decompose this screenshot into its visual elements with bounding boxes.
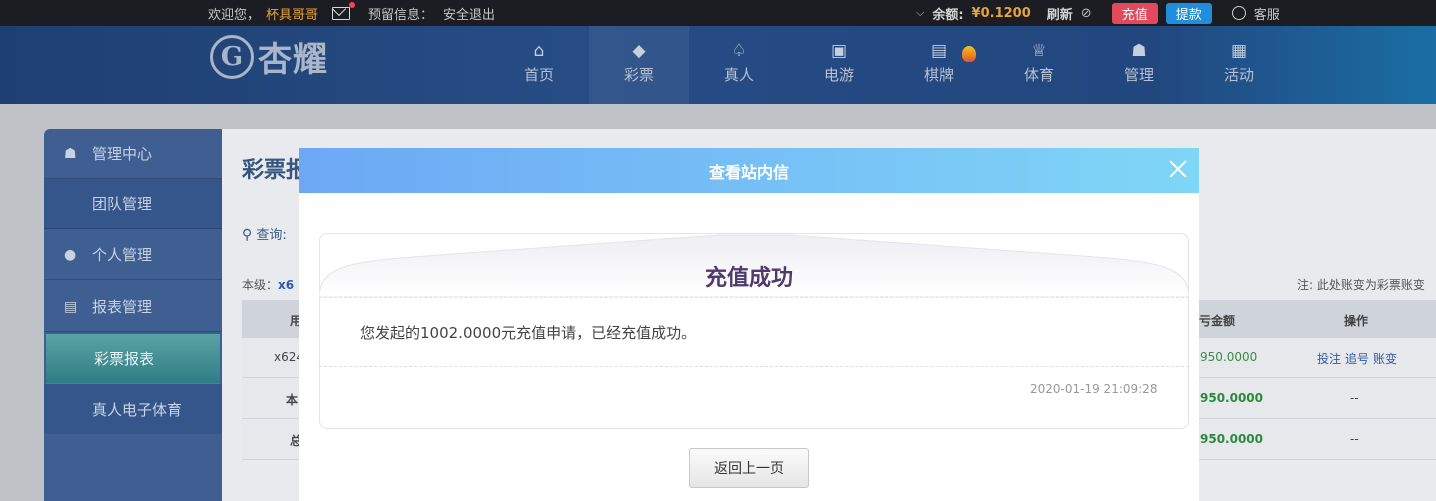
mail-icon[interactable] (332, 1, 356, 20)
live-dealer-icon: ♤ (731, 41, 747, 61)
balance-label: 余额: (932, 7, 964, 23)
reserve-info-label: 预留信息： (368, 7, 434, 23)
nav-item-cards[interactable]: ▤ 棋牌 (889, 26, 989, 104)
nav-label: 首页 (523, 66, 554, 84)
chevron-down-icon[interactable]: ⌵ (916, 6, 924, 20)
username[interactable]: 杯具哥哥 (266, 4, 318, 23)
ledger-link[interactable]: 账变 (1373, 350, 1397, 367)
notification-dot (349, 1, 356, 8)
cell-user: 本 (286, 393, 299, 407)
nav-item-slots[interactable]: ▣ 电游 (789, 26, 889, 104)
balance-value: ¥0.1200 (971, 5, 1031, 21)
sidebar-item-label: 真人电子体育 (92, 400, 183, 419)
message-body: 您发起的1002.0000元充值申请，已经充值成功。 (360, 324, 697, 342)
nav-label: 活动 (1223, 66, 1254, 84)
message-timestamp: 2020-01-19 21:09:28 (1030, 382, 1158, 396)
cell-pnl: 950.0000 (1200, 391, 1264, 405)
col-ops: 操作 (1344, 314, 1369, 328)
cell-pnl: 950.0000 (1200, 350, 1258, 364)
nav-label: 管理 (1123, 66, 1154, 84)
logo-text: 杏耀 (258, 40, 328, 80)
recharge-button[interactable]: 充值 (1111, 2, 1158, 24)
card-game-icon: ▤ (930, 41, 948, 61)
nav-label: 电游 (823, 66, 854, 84)
nav-label: 真人 (723, 66, 754, 84)
users-icon: ☗ (64, 146, 77, 162)
level-label: 本级： (242, 278, 279, 292)
query-row: ⚲ 查询: (242, 224, 287, 243)
user-icon: ● (64, 247, 77, 263)
sidebar-item-label: 个人管理 (92, 246, 153, 264)
team-icon: ☗ (1131, 41, 1147, 61)
sidebar-item-label: 管理中心 (92, 145, 153, 163)
modal-title: 查看站内信 (708, 162, 789, 182)
sidebar-item-label: 彩票报表 (94, 350, 155, 368)
query-label: 查询: (256, 228, 287, 243)
sidebar-item-label: 团队管理 (92, 195, 153, 213)
level-value[interactable]: x6 (278, 278, 294, 292)
nav-label: 彩票 (623, 66, 654, 84)
cell-ops: -- (1350, 432, 1359, 446)
cell-ops: -- (1350, 391, 1359, 405)
fire-badge-icon (962, 46, 976, 62)
chase-link[interactable]: 追号 (1345, 350, 1369, 367)
sidebar-item-team[interactable]: 团队管理 (44, 179, 222, 229)
report-icon: ▤ (64, 299, 78, 315)
top-left-info: 欢迎您， 杯具哥哥 预留信息： 安全退出 (208, 0, 495, 26)
top-right-info: ⌵ 余额: ¥0.1200 刷新 ⊘ 充值 提款 客服 (916, 0, 1280, 26)
gift-icon: ▦ (1230, 41, 1248, 61)
divider (319, 297, 1189, 298)
sidebar-item-label: 报表管理 (92, 298, 153, 316)
refresh-link[interactable]: 刷新 (1047, 4, 1073, 23)
sidebar: ☗ 管理中心 团队管理 ● 个人管理 ▤ 报表管理 彩票报表 真人电子体育 (44, 129, 222, 501)
message-modal: 查看站内信 充值成功 您发起的1002.0000元充值申请，已经充值成功。 20… (299, 148, 1199, 501)
trophy-icon: ♕ (1031, 41, 1047, 61)
home-icon: ⌂ (533, 41, 545, 61)
sidebar-item-live-sports[interactable]: 真人电子体育 (44, 384, 222, 434)
search-icon: ⚲ (242, 227, 253, 243)
divider (319, 366, 1189, 367)
back-button[interactable]: 返回上一页 (689, 448, 809, 488)
sidebar-item-reports[interactable]: ▤ 报表管理 (44, 282, 222, 332)
nav-label: 棋牌 (923, 66, 954, 84)
report-note: 注: 此处账变为彩票账变 (1297, 278, 1425, 292)
lottery-icon: ◆ (632, 41, 646, 61)
cell-pnl: 950.0000 (1200, 432, 1264, 446)
level-info: 本级：x6 (242, 276, 294, 293)
sidebar-item-management-center[interactable]: ☗ 管理中心 (44, 129, 222, 179)
chat-icon[interactable] (1231, 6, 1246, 20)
withdraw-button[interactable]: 提款 (1165, 2, 1212, 24)
slot-machine-icon: ▣ (830, 41, 848, 61)
logo-emblem-icon: G (210, 34, 254, 79)
logout-link[interactable]: 安全退出 (443, 4, 495, 23)
hide-balance-icon[interactable]: ⊘ (1081, 6, 1092, 21)
top-bar: 欢迎您， 杯具哥哥 预留信息： 安全退出 ⌵ 余额: ¥0.1200 刷新 ⊘ 充… (0, 0, 1436, 26)
sidebar-item-lottery-report[interactable]: 彩票报表 (46, 334, 220, 384)
sidebar-item-personal[interactable]: ● 个人管理 (44, 230, 222, 280)
nav-item-sports[interactable]: ♕ 体育 (989, 26, 1089, 104)
nav-item-home[interactable]: ⌂ 首页 (489, 26, 589, 104)
service-link[interactable]: 客服 (1254, 4, 1280, 23)
site-logo[interactable]: G 杏耀 (210, 32, 328, 81)
nav-label: 体育 (1023, 66, 1054, 84)
nav-item-lottery[interactable]: ◆ 彩票 (589, 26, 689, 104)
nav-item-live[interactable]: ♤ 真人 (689, 26, 789, 104)
welcome-text: 欢迎您， (208, 7, 261, 23)
bet-link[interactable]: 投注 (1317, 350, 1341, 367)
close-icon[interactable] (1167, 158, 1189, 180)
modal-header: 查看站内信 (299, 148, 1199, 193)
nav-item-manage[interactable]: ☗ 管理 (1089, 26, 1189, 104)
message-heading: 充值成功 (704, 266, 793, 291)
nav-item-events[interactable]: ▦ 活动 (1189, 26, 1289, 104)
